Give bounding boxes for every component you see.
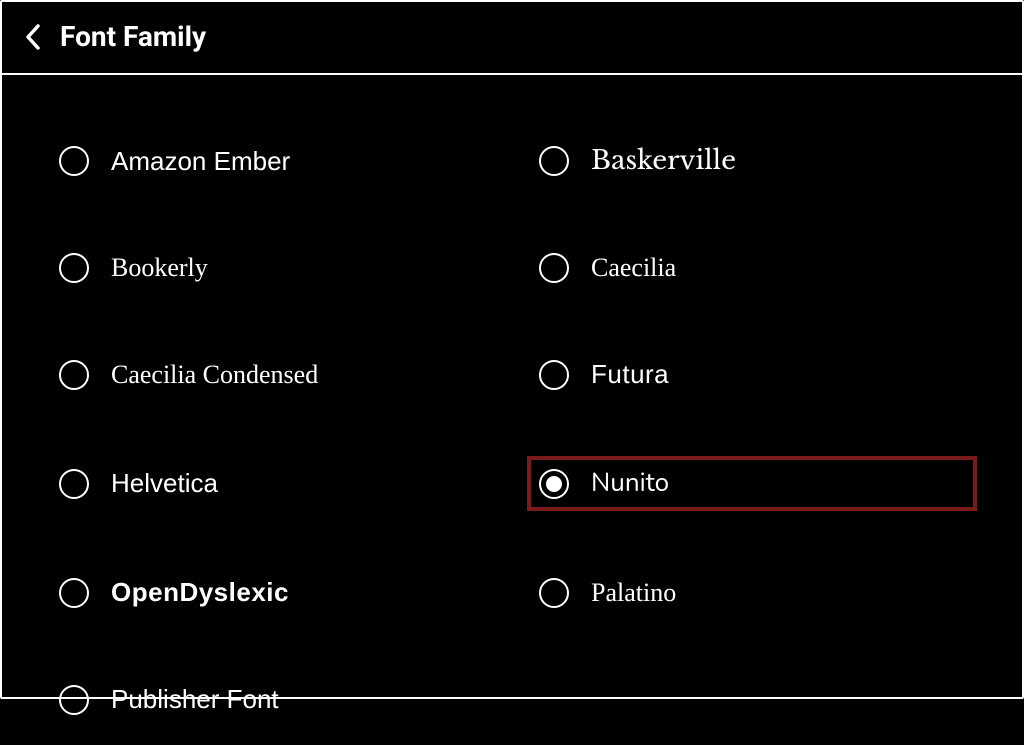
font-label: OpenDyslexic (111, 577, 289, 608)
radio-icon (59, 146, 89, 176)
font-label: Publisher Font (111, 684, 279, 715)
radio-icon (539, 253, 569, 283)
font-label: Helvetica (111, 468, 218, 499)
page-title: Font Family (60, 20, 206, 53)
font-option-publisher-font[interactable]: Publisher Font (47, 674, 497, 725)
font-option-baskerville[interactable]: Baskerville (527, 135, 977, 187)
font-label: Palatino (591, 578, 676, 608)
radio-icon (59, 360, 89, 390)
font-option-helvetica[interactable]: Helvetica (47, 456, 497, 511)
font-label: Caecilia Condensed (111, 360, 318, 390)
header: Font Family (2, 2, 1022, 75)
radio-icon-selected (539, 469, 569, 499)
radio-icon (539, 360, 569, 390)
back-icon[interactable] (24, 23, 42, 51)
font-label: Baskerville (591, 145, 736, 177)
radio-icon (59, 578, 89, 608)
font-label: Bookerly (111, 253, 208, 283)
font-option-futura[interactable]: Futura (527, 349, 977, 400)
radio-icon (539, 578, 569, 608)
font-label: Caecilia (591, 253, 676, 283)
radio-icon (59, 685, 89, 715)
font-option-palatino[interactable]: Palatino (527, 567, 977, 618)
radio-icon (539, 146, 569, 176)
font-option-caecilia[interactable]: Caecilia (527, 243, 977, 293)
font-label: Amazon Ember (111, 146, 290, 177)
font-label: Futura (591, 359, 669, 390)
font-list: Amazon Ember Baskerville Bookerly Caecil… (2, 75, 1022, 745)
font-option-amazon-ember[interactable]: Amazon Ember (47, 135, 497, 187)
font-option-nunito[interactable]: Nunito (527, 456, 977, 511)
font-label: Nunito (591, 466, 669, 501)
font-option-caecilia-condensed[interactable]: Caecilia Condensed (47, 349, 497, 400)
radio-icon (59, 469, 89, 499)
font-option-bookerly[interactable]: Bookerly (47, 243, 497, 293)
radio-icon (59, 253, 89, 283)
font-option-opendyslexic[interactable]: OpenDyslexic (47, 567, 497, 618)
